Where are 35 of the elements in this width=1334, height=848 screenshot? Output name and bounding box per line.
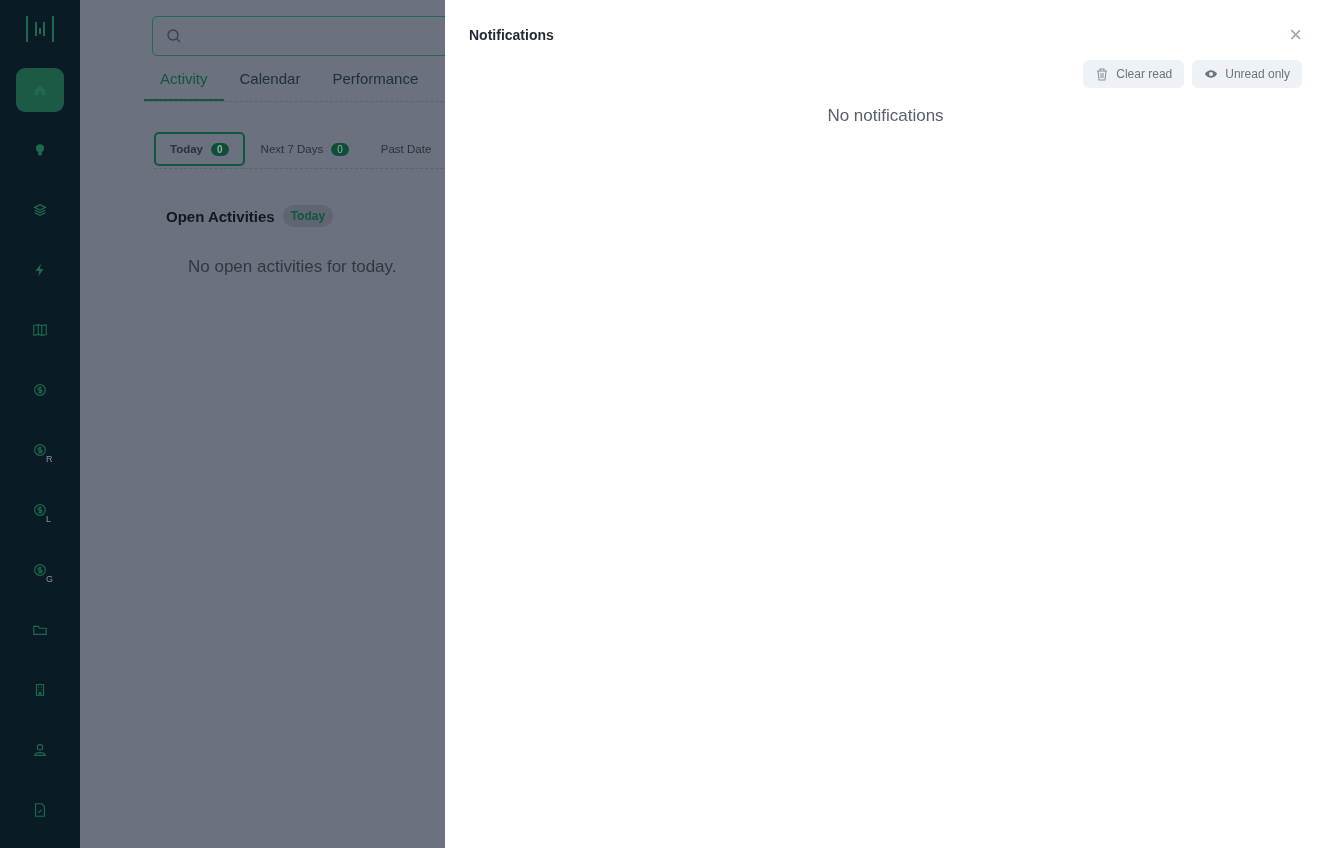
icon-letter: R [46, 454, 53, 464]
filter-button[interactable]: Past Date [364, 132, 445, 166]
count-badge: 0 [331, 142, 349, 156]
book-icon [32, 322, 48, 338]
filter-button[interactable]: Today 0 [154, 132, 245, 166]
sidebar-item[interactable] [16, 68, 64, 112]
tab[interactable]: Performance [316, 68, 435, 101]
date-badge: Today [282, 205, 334, 227]
dollar-icon [32, 562, 48, 578]
trash-icon [1095, 67, 1110, 81]
filter-button[interactable]: Next 7 Days 0 [244, 132, 365, 166]
tab[interactable]: Calendar [223, 68, 317, 101]
search-field[interactable] [152, 16, 445, 56]
icon-letter: L [46, 514, 51, 524]
user-icon [32, 742, 48, 758]
dollar-icon [32, 442, 48, 458]
sidebar-item[interactable]: R [16, 428, 64, 472]
panel-title: Notifications [469, 27, 554, 43]
close-button[interactable]: × [1289, 24, 1302, 46]
sidebar-item[interactable]: L [16, 488, 64, 532]
empty-message: No open activities for today. [188, 257, 398, 277]
file-icon [32, 802, 48, 818]
dollar-icon [32, 382, 48, 398]
count-badge: 0 [211, 142, 229, 156]
dollar-icon [32, 502, 48, 518]
sidebar-item[interactable]: G [16, 548, 64, 592]
section-title: Open Activities [166, 207, 275, 225]
icon-letter: G [46, 574, 53, 584]
clear-read-button[interactable]: Clear read [1083, 60, 1185, 88]
logo-icon [25, 14, 55, 44]
empty-message: No notifications [827, 106, 944, 126]
eye-icon [1204, 67, 1219, 81]
layers-icon [32, 202, 48, 218]
unread-filter-button[interactable]: Unread only [1192, 60, 1302, 88]
search-icon [167, 29, 181, 43]
